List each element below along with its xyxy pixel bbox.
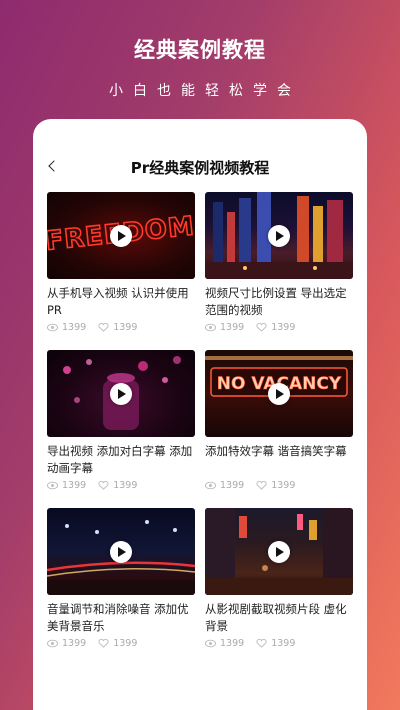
heart-icon[interactable] — [98, 323, 109, 332]
view-count-value: 1399 — [220, 638, 245, 649]
like-count-value: 1399 — [271, 322, 296, 333]
app-screen: Pr经典案例视频教程 FREEDOM 从手机导入视频 认识并使用PR 1399 — [33, 119, 367, 710]
play-icon[interactable] — [268, 383, 290, 405]
view-count: 1399 — [47, 322, 86, 333]
eye-icon — [205, 639, 216, 648]
like-count-value: 1399 — [113, 480, 138, 491]
video-card[interactable]: 音量调节和消除噪音 添加优美背景音乐 1399 1399 — [47, 508, 195, 666]
view-count: 1399 — [47, 480, 86, 491]
promo-subtitle: 小白也能轻松学会 — [109, 83, 301, 99]
video-card[interactable]: FREEDOM 从手机导入视频 认识并使用PR 1399 1399 — [47, 192, 195, 350]
like-count[interactable]: 1399 — [256, 322, 295, 333]
video-card[interactable]: 从影视剧截取视频片段 虚化背景 1399 1399 — [205, 508, 353, 666]
video-title: 视频尺寸比例设置 导出选定范围的视频 — [205, 286, 347, 317]
page-title: Pr经典案例视频教程 — [130, 159, 270, 177]
video-meta: 1399 1399 — [47, 322, 195, 333]
eye-icon — [47, 481, 58, 490]
video-thumbnail[interactable] — [47, 508, 195, 595]
video-title: 从影视剧截取视频片段 虚化背景 — [205, 602, 347, 633]
like-count[interactable]: 1399 — [98, 322, 137, 333]
play-icon[interactable] — [110, 541, 132, 563]
view-count: 1399 — [205, 322, 244, 333]
promo-title: 经典案例教程 — [134, 38, 266, 62]
nav-bar: Pr经典案例视频教程 — [33, 119, 367, 179]
like-count[interactable]: 1399 — [98, 480, 137, 491]
heart-icon[interactable] — [256, 323, 267, 332]
video-thumbnail[interactable]: FREEDOM — [47, 192, 195, 279]
play-icon[interactable] — [268, 225, 290, 247]
like-count-value: 1399 — [271, 480, 296, 491]
play-icon[interactable] — [110, 225, 132, 247]
video-title: 音量调节和消除噪音 添加优美背景音乐 — [47, 602, 189, 633]
view-count: 1399 — [205, 480, 244, 491]
view-count-value: 1399 — [220, 480, 245, 491]
eye-icon — [205, 323, 216, 332]
like-count[interactable]: 1399 — [98, 638, 137, 649]
view-count-value: 1399 — [62, 480, 87, 491]
eye-icon — [47, 639, 58, 648]
eye-icon — [205, 481, 216, 490]
like-count-value: 1399 — [113, 322, 138, 333]
heart-icon[interactable] — [98, 639, 109, 648]
eye-icon — [47, 323, 58, 332]
video-thumbnail[interactable] — [205, 508, 353, 595]
video-card[interactable]: NO VACANCY 添加特效字幕 谐音搞笑字幕 1399 1399 — [205, 350, 353, 508]
view-count: 1399 — [205, 638, 244, 649]
video-meta: 1399 1399 — [47, 480, 195, 491]
heart-icon[interactable] — [98, 481, 109, 490]
play-icon[interactable] — [110, 383, 132, 405]
heart-icon[interactable] — [256, 481, 267, 490]
video-title: 导出视频 添加对白字幕 添加动画字幕 — [47, 444, 193, 475]
video-card[interactable]: 视频尺寸比例设置 导出选定范围的视频 1399 1399 — [205, 192, 353, 350]
video-thumbnail[interactable] — [205, 192, 353, 279]
video-meta: 1399 1399 — [205, 638, 353, 649]
video-meta: 1399 1399 — [47, 638, 195, 649]
view-count-value: 1399 — [62, 322, 87, 333]
like-count[interactable]: 1399 — [256, 638, 295, 649]
like-count[interactable]: 1399 — [256, 480, 295, 491]
video-title: 从手机导入视频 认识并使用PR — [47, 286, 189, 317]
video-thumbnail[interactable]: NO VACANCY — [205, 350, 353, 437]
play-icon[interactable] — [268, 541, 290, 563]
like-count-value: 1399 — [113, 638, 138, 649]
video-meta: 1399 1399 — [205, 322, 353, 333]
video-title: 添加特效字幕 谐音搞笑字幕 — [205, 444, 347, 458]
like-count-value: 1399 — [271, 638, 296, 649]
video-meta: 1399 1399 — [205, 480, 353, 491]
video-thumbnail[interactable] — [47, 350, 195, 437]
heart-icon[interactable] — [256, 639, 267, 648]
video-grid: FREEDOM 从手机导入视频 认识并使用PR 1399 1399 — [47, 192, 353, 666]
video-card[interactable]: 导出视频 添加对白字幕 添加动画字幕 1399 1399 — [47, 350, 195, 508]
view-count-value: 1399 — [62, 638, 87, 649]
view-count-value: 1399 — [220, 322, 245, 333]
view-count: 1399 — [47, 638, 86, 649]
